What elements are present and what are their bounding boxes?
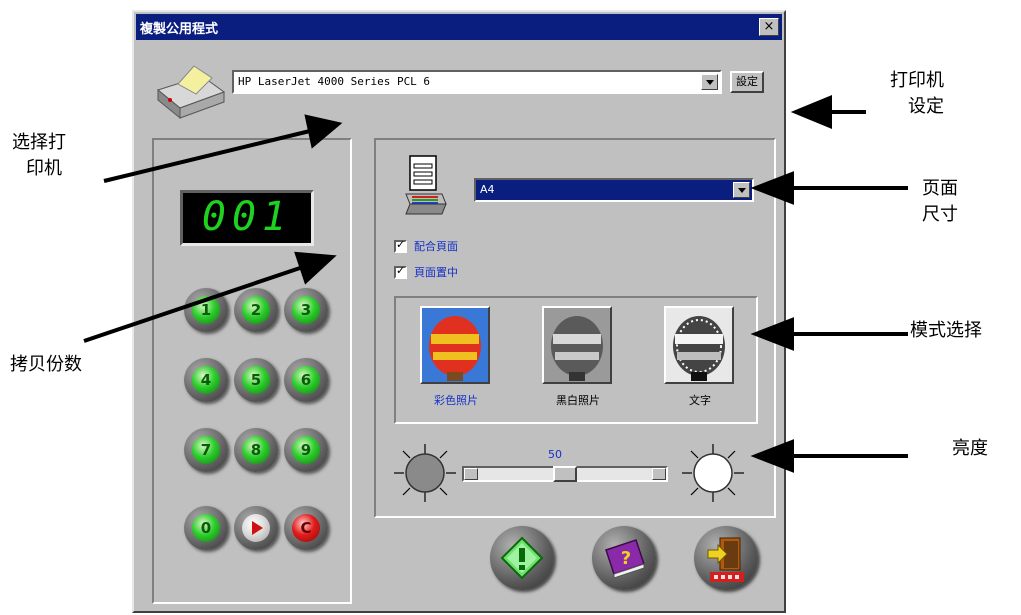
- printer-settings-callout-line1: 打印机: [890, 70, 944, 91]
- copy-count-callout-text: 拷贝份数: [10, 354, 82, 375]
- mode-select-arrowhead: [750, 317, 794, 351]
- select-printer-callout-line2: 印机: [26, 158, 62, 179]
- select-printer-arrowhead: [304, 114, 343, 149]
- brightness-callout: 亮度: [952, 436, 988, 462]
- printer-settings-arrowhead: [790, 95, 832, 129]
- select-printer-arrow: [103, 129, 311, 183]
- copy-count-callout: 拷贝份数: [10, 352, 82, 378]
- brightness-arrowhead: [750, 439, 794, 473]
- copy-count-arrowhead: [294, 251, 337, 285]
- page-size-callout-line2: 尺寸: [922, 204, 958, 225]
- mode-select-callout-text: 模式选择: [910, 320, 982, 341]
- page-size-callout: 页面 尺寸: [922, 176, 958, 228]
- copy-count-arrow: [83, 266, 301, 343]
- page-size-callout-line1: 页面: [922, 178, 958, 199]
- select-printer-callout-line1: 选择打: [12, 132, 66, 153]
- printer-settings-callout: 打印机 设定: [890, 68, 944, 120]
- mode-select-callout: 模式选择: [910, 318, 982, 344]
- printer-settings-callout-line2: 设定: [908, 96, 944, 117]
- callout-arrows: [83, 95, 908, 473]
- select-printer-callout: 选择打 印机: [12, 130, 66, 182]
- page-size-arrowhead: [750, 171, 794, 205]
- brightness-callout-text: 亮度: [952, 438, 988, 459]
